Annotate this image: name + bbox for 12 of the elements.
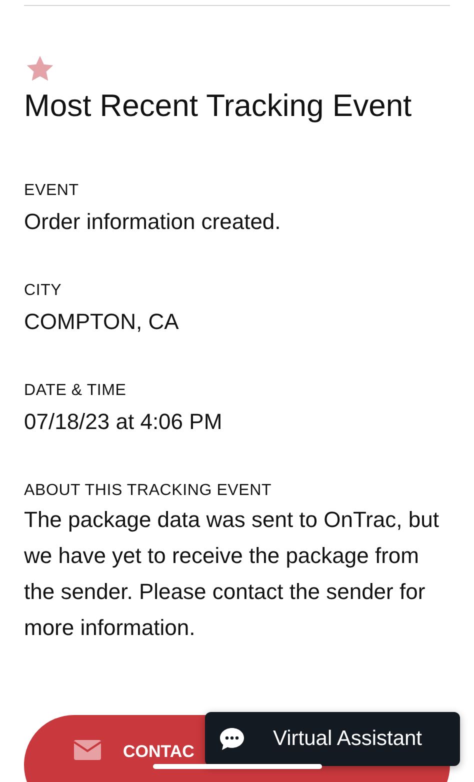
virtual-assistant-button[interactable]: Virtual Assistant	[205, 712, 460, 766]
field-label: ABOUT THIS TRACKING EVENT	[24, 481, 273, 501]
section-title: Most Recent Tracking Event	[24, 54, 450, 128]
field-value: The package data was sent to OnTrac, but we have yet to receive the package from the sender. Please contact the sender for more information.	[24, 506, 440, 642]
field-value: 07/18/23 at 4:06 PM	[24, 408, 224, 436]
field-label: CITY	[24, 281, 63, 301]
field-value: COMPTON, CA	[24, 308, 180, 336]
field-label: DATE & TIME	[24, 381, 128, 401]
chat-bubble-icon	[219, 727, 245, 751]
field-label: EVENT	[24, 181, 80, 201]
field-value: Order information created.	[24, 208, 282, 236]
envelope-icon	[74, 740, 101, 760]
